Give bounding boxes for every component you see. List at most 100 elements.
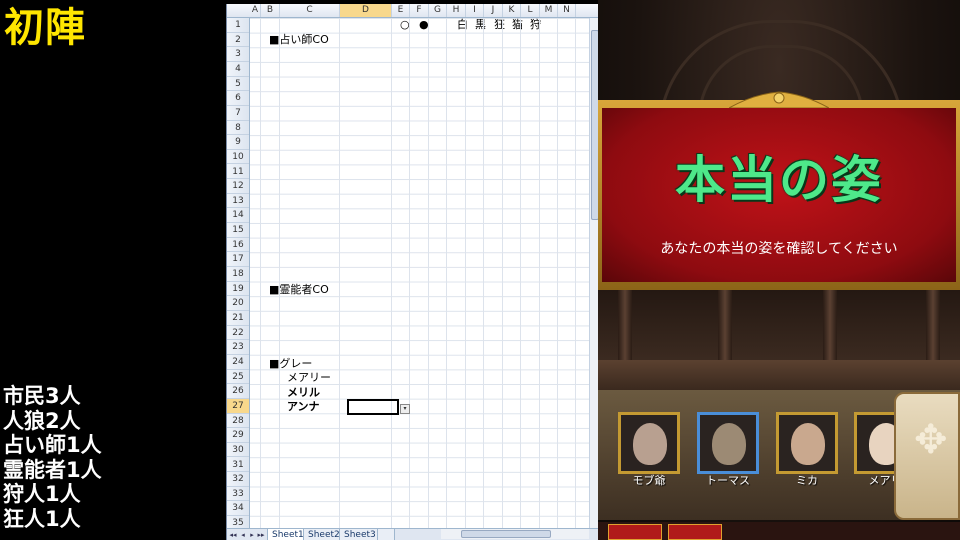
row-number-9[interactable]: 9 (227, 135, 249, 150)
column-header-m[interactable]: M (540, 4, 558, 17)
column-header-i[interactable]: I (466, 4, 484, 17)
balcony-background (598, 290, 960, 360)
prev-sheet-icon[interactable]: ◂ (239, 530, 247, 540)
row-number-20[interactable]: 20 (227, 296, 249, 311)
column-header-a[interactable]: A (250, 4, 261, 17)
column-header-g[interactable]: G (429, 4, 447, 17)
row-number-2[interactable]: 2 (227, 33, 249, 48)
column-header-f[interactable]: F (410, 4, 429, 17)
grid-line (391, 18, 392, 528)
row-number-23[interactable]: 23 (227, 340, 249, 355)
row-number-18[interactable]: 18 (227, 267, 249, 282)
active-cell-d27[interactable] (347, 399, 399, 415)
portrait-face (791, 423, 825, 465)
column-header-b[interactable]: B (261, 4, 280, 17)
gray-name-anna[interactable]: アンナ (287, 400, 320, 414)
last-sheet-icon[interactable]: ▸▸ (257, 530, 265, 540)
next-sheet-icon[interactable]: ▸ (248, 530, 256, 540)
row-number-27[interactable]: 27 (227, 398, 249, 414)
row-number-29[interactable]: 29 (227, 428, 249, 443)
header-role-white[interactable]: 白 (457, 18, 468, 32)
round-title: 初陣 (4, 5, 86, 51)
column-header-n[interactable]: N (558, 4, 576, 17)
row-number-16[interactable]: 16 (227, 238, 249, 253)
character-name-mika: ミカ (796, 474, 818, 487)
stage-floor (598, 360, 960, 390)
row-number-33[interactable]: 33 (227, 487, 249, 502)
grid-line (520, 18, 521, 528)
header-role-madman[interactable]: 狂 (494, 18, 505, 32)
header-role-black[interactable]: 黒 (475, 18, 486, 32)
role-medium: 霊能者1人 (3, 457, 102, 482)
character-name-mob-jii: モブ爺 (632, 474, 666, 487)
grid-line (557, 18, 558, 528)
character-portrait-thomas[interactable] (697, 412, 759, 474)
character-name-thomas: トーマス (706, 474, 750, 487)
row-number-6[interactable]: 6 (227, 91, 249, 106)
column-header-j[interactable]: J (484, 4, 503, 17)
new-sheet-icon[interactable] (377, 529, 395, 540)
row-number-28[interactable]: 28 (227, 414, 249, 429)
gray-name-mary[interactable]: メアリー (287, 371, 331, 385)
row-number-17[interactable]: 17 (227, 252, 249, 268)
character-portrait-mika[interactable] (776, 412, 838, 474)
banner-title: 本当の姿 (675, 151, 883, 209)
seer-co-header[interactable]: ■占い師CO (269, 33, 329, 47)
row-number-10[interactable]: 10 (227, 150, 249, 165)
grid-line (446, 18, 447, 528)
ornament-icon: ✥ (914, 417, 948, 463)
column-header-h[interactable]: H (447, 4, 466, 17)
grid-line (502, 18, 503, 528)
medium-co-header[interactable]: ■霊能者CO (269, 283, 329, 297)
row-number-1[interactable]: 1 (227, 18, 249, 33)
row-number-8[interactable]: 8 (227, 121, 249, 136)
column-header-e[interactable]: E (392, 4, 410, 17)
row-number-32[interactable]: 32 (227, 472, 249, 487)
cell-dropdown-button[interactable]: ▾ (400, 404, 410, 414)
row-number-31[interactable]: 31 (227, 458, 249, 473)
bottom-button[interactable] (608, 524, 662, 540)
role-hunter: 狩人1人 (3, 482, 81, 507)
row-number-11[interactable]: 11 (227, 165, 249, 180)
row-number-5[interactable]: 5 (227, 77, 249, 92)
grid-line (575, 18, 576, 528)
row-number-3[interactable]: 3 (227, 47, 249, 62)
gray-name-meryl[interactable]: メリル (287, 386, 320, 400)
column-header-k[interactable]: K (503, 4, 521, 17)
row-number-13[interactable]: 13 (227, 194, 249, 209)
bottom-button[interactable] (668, 524, 722, 540)
header-role-cat[interactable]: 猫 (512, 18, 523, 32)
row-number-34[interactable]: 34 (227, 501, 249, 517)
portrait-face (712, 423, 746, 465)
row-number-24[interactable]: 24 (227, 355, 249, 370)
horizontal-scroll-thumb[interactable] (461, 530, 551, 538)
column-header-d[interactable]: D (340, 4, 392, 17)
row-number-4[interactable]: 4 (227, 62, 249, 77)
row-number-21[interactable]: 21 (227, 311, 249, 326)
horizontal-scrollbar[interactable] (441, 529, 589, 539)
grid-line (483, 18, 484, 528)
first-sheet-icon[interactable]: ◂◂ (229, 530, 237, 540)
row-number-15[interactable]: 15 (227, 223, 249, 238)
crest-ornament-icon (729, 91, 829, 109)
tab-sheet3[interactable]: Sheet3 (339, 529, 381, 540)
column-header-l[interactable]: L (521, 4, 540, 17)
column-header-c[interactable]: C (280, 4, 340, 17)
character-portrait-mob-jii[interactable] (618, 412, 680, 474)
row-number-22[interactable]: 22 (227, 326, 249, 341)
row-number-30[interactable]: 30 (227, 443, 249, 458)
row-number-14[interactable]: 14 (227, 208, 249, 224)
row-number-26[interactable]: 26 (227, 384, 249, 399)
pillar (926, 290, 940, 360)
pillar (823, 290, 837, 360)
row-number-7[interactable]: 7 (227, 106, 249, 121)
row-number-19[interactable]: 19 (227, 282, 249, 297)
role-werewolf: 人狼2人 (3, 408, 81, 433)
role-citizen: 市民3人 (3, 384, 81, 408)
grid-line (428, 18, 429, 528)
spreadsheet-window: ABCDEFGHIJKLMN 1 2 3 4 5 6 7 8 9 10 11 12 13 14 15 16 17… (226, 4, 599, 540)
cell-grid[interactable] (250, 18, 599, 528)
gray-header[interactable]: ■グレー (269, 357, 312, 371)
row-number-12[interactable]: 12 (227, 179, 249, 194)
row-number-25[interactable]: 25 (227, 370, 249, 385)
